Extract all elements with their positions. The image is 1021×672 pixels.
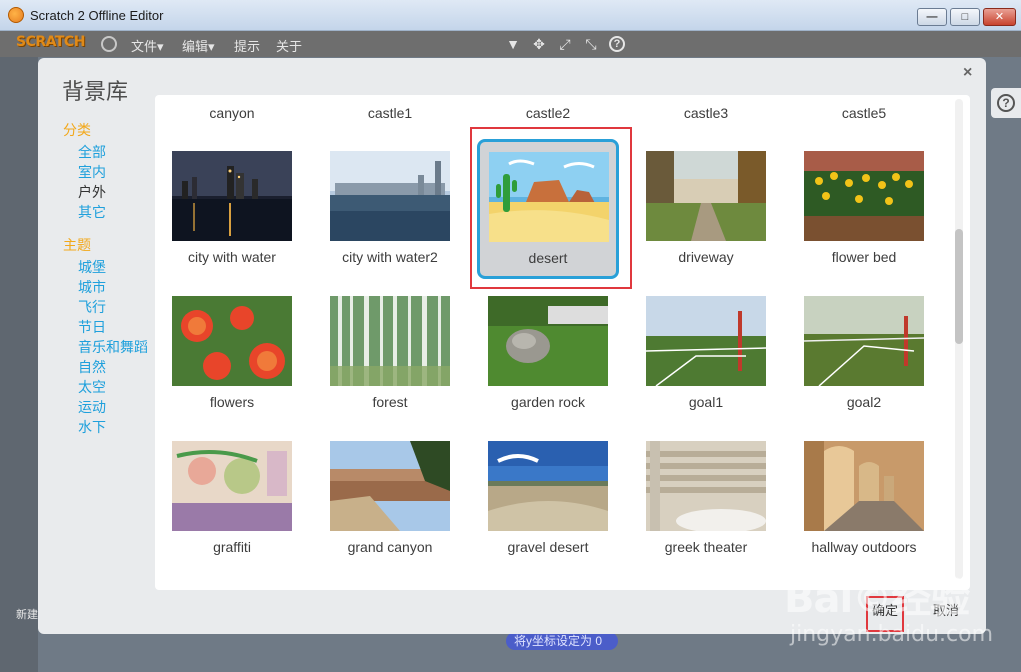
backdrop-tile[interactable]: city with water: [162, 147, 302, 282]
backdrop-label: goal1: [688, 394, 724, 410]
backdrop-tile[interactable]: greek theater: [636, 437, 776, 572]
set-y-block[interactable]: 将y坐标设定为 0: [506, 632, 618, 650]
menu-edit[interactable]: 编辑▾: [182, 36, 215, 55]
scratch-logo[interactable]: SCRATCH: [16, 34, 85, 50]
driveway-thumbnail: [646, 151, 766, 241]
backdrop-label[interactable]: castle5: [788, 105, 940, 121]
backdrop-label: goal2: [846, 394, 882, 410]
backdrop-label: greek theater: [664, 539, 748, 555]
close-icon: ✕: [994, 10, 1005, 23]
category-all[interactable]: 全部: [78, 142, 106, 162]
cut-icon[interactable]: ✥: [531, 36, 547, 52]
backdrop-tile[interactable]: graffiti: [162, 437, 302, 572]
goal2-thumbnail: [804, 296, 924, 386]
grow-icon[interactable]: ⤢: [557, 36, 573, 52]
backdrop-tile[interactable]: gravel desert: [478, 437, 618, 572]
theme-castle[interactable]: 城堡: [78, 257, 106, 277]
dialog-close-button[interactable]: ×: [963, 64, 972, 82]
backdrop-tile[interactable]: garden rock: [478, 292, 618, 427]
backdrop-tile[interactable]: goal2: [794, 292, 934, 427]
forest-thumbnail: [330, 296, 450, 386]
theme-space[interactable]: 太空: [78, 377, 106, 397]
category-outdoors[interactable]: 户外: [78, 182, 106, 202]
help-icon: ?: [997, 94, 1015, 112]
backdrop-label: driveway: [678, 249, 734, 265]
scrollbar-thumb[interactable]: [955, 229, 963, 344]
backdrop-label: grand canyon: [347, 539, 433, 555]
backdrop-tile[interactable]: city with water2: [320, 147, 460, 282]
annotation-highlight-box: [470, 127, 632, 289]
minimize-button[interactable]: —: [917, 8, 947, 26]
backdrop-label: city with water2: [342, 249, 438, 265]
minimize-icon: —: [926, 10, 938, 23]
backdrop-tile[interactable]: forest: [320, 292, 460, 427]
watermark-url: jingyan.baidu.com: [790, 622, 994, 647]
graffiti-thumbnail: [172, 441, 292, 531]
backdrop-library-dialog: 背景库 × 分类 全部 室内 户外 其它 主题 城堡 城市 飞行 节日 音乐和舞…: [38, 58, 986, 634]
theme-music-dance[interactable]: 音乐和舞蹈: [78, 337, 148, 357]
theme-nature[interactable]: 自然: [78, 357, 106, 377]
backdrop-label: graffiti: [213, 539, 251, 555]
menu-tips[interactable]: 提示: [234, 36, 260, 55]
backdrop-tile[interactable]: driveway: [636, 147, 776, 282]
backdrop-tile[interactable]: hallway outdoors: [794, 437, 934, 572]
new-backdrop-label: 新建: [16, 609, 38, 621]
backdrop-label[interactable]: castle1: [314, 105, 466, 121]
flower-bed-thumbnail: [804, 151, 924, 241]
maximize-icon: □: [961, 10, 969, 23]
theme-holiday[interactable]: 节日: [78, 317, 106, 337]
backdrop-tile[interactable]: goal1: [636, 292, 776, 427]
stamp-icon[interactable]: ▼: [505, 36, 521, 52]
language-globe-icon[interactable]: [101, 36, 117, 52]
theme-sports[interactable]: 运动: [78, 397, 106, 417]
maximize-button[interactable]: □: [950, 8, 980, 26]
editor-left-panel: [0, 57, 38, 672]
garden-rock-thumbnail: [488, 296, 608, 386]
category-heading: 分类: [63, 122, 91, 138]
theme-underwater[interactable]: 水下: [78, 417, 106, 437]
grand-canyon-thumbnail: [330, 441, 450, 531]
library-scrollbar[interactable]: [955, 99, 963, 579]
baidu-watermark: Bai©经验: [784, 576, 970, 622]
gravel-desert-thumbnail: [488, 441, 608, 531]
backdrop-label: flower bed: [831, 249, 897, 265]
category-indoors[interactable]: 室内: [78, 162, 106, 182]
greek-theater-thumbnail: [646, 441, 766, 531]
side-help-tab[interactable]: ?: [991, 88, 1021, 118]
backdrop-tile[interactable]: flower bed: [794, 147, 934, 282]
theme-heading: 主题: [63, 237, 91, 253]
backdrop-label: garden rock: [511, 394, 585, 410]
backdrop-label[interactable]: castle2: [472, 105, 624, 121]
backdrop-tile[interactable]: flowers: [162, 292, 302, 427]
dialog-title: 背景库: [62, 79, 129, 104]
backdrop-label[interactable]: castle3: [630, 105, 782, 121]
theme-city[interactable]: 城市: [78, 277, 106, 297]
backdrop-label[interactable]: canyon: [156, 105, 308, 121]
flowers-thumbnail: [172, 296, 292, 386]
help-icon[interactable]: ?: [609, 36, 625, 52]
backdrop-label: city with water: [188, 249, 276, 265]
close-window-button[interactable]: ✕: [983, 8, 1016, 26]
backdrop-label: gravel desert: [507, 539, 589, 555]
scratch-menubar: SCRATCH 文件▾ 编辑▾ 提示 关于 ▼ ✥ ⤢ ⤡ ?: [0, 31, 1021, 57]
window-titlebar: Scratch 2 Offline Editor — □ ✕: [0, 0, 1021, 31]
menu-about[interactable]: 关于: [276, 36, 302, 55]
goal1-thumbnail: [646, 296, 766, 386]
theme-flying[interactable]: 飞行: [78, 297, 106, 317]
backdrop-label: hallway outdoors: [811, 539, 917, 555]
backdrop-label: forest: [372, 394, 408, 410]
backdrop-label: flowers: [209, 394, 255, 410]
backdrop-tile[interactable]: grand canyon: [320, 437, 460, 572]
menu-file[interactable]: 文件▾: [131, 36, 164, 55]
scratch-cat-icon: [8, 7, 24, 23]
category-other[interactable]: 其它: [78, 202, 106, 222]
city-night-thumbnail: [172, 151, 292, 241]
hallway-outdoors-thumbnail: [804, 441, 924, 531]
backdrop-grid: canyon castle1 castle2 castle3 castle5 c…: [155, 95, 970, 590]
window-title: Scratch 2 Offline Editor: [30, 8, 164, 23]
city-day-thumbnail: [330, 151, 450, 241]
shrink-icon[interactable]: ⤡: [583, 36, 599, 52]
